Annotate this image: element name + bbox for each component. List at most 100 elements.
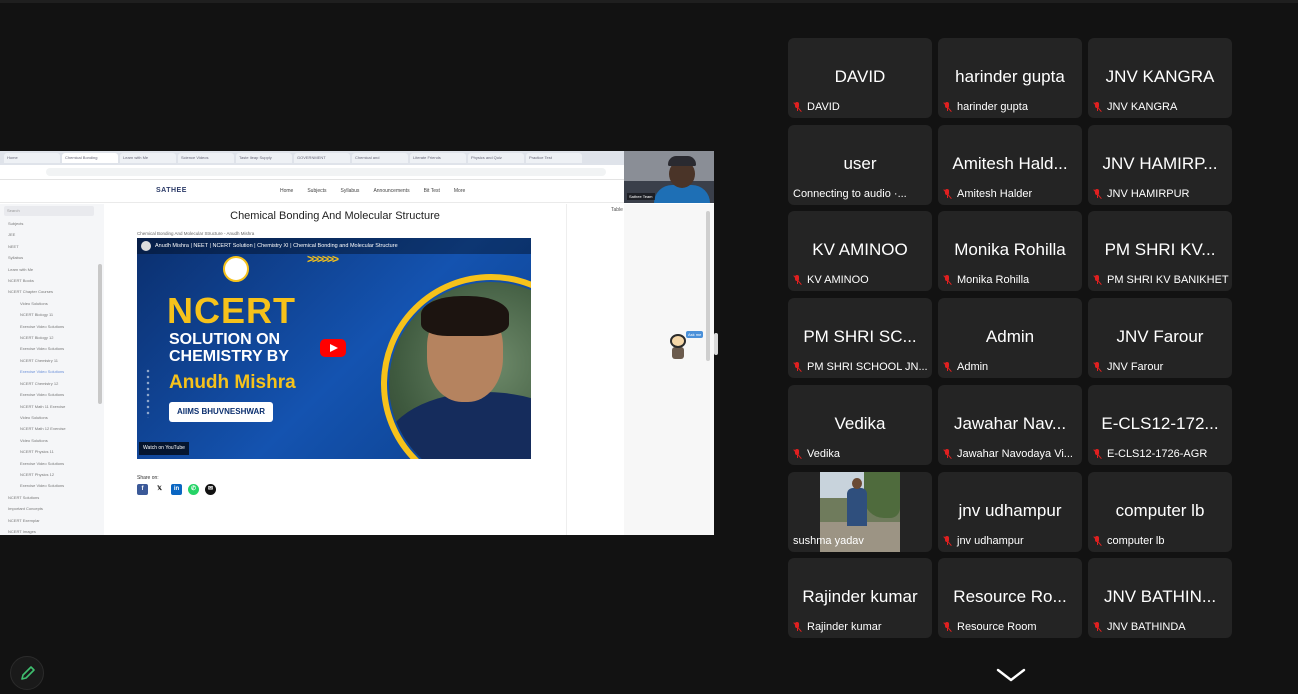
sidebar-search: Search (4, 206, 94, 216)
participant-tile[interactable]: Amitesh Hald... Amitesh Halder (938, 124, 1082, 205)
participant-label: Rajinder kumar (807, 621, 882, 634)
participant-tile[interactable]: DAVID DAVID (788, 38, 932, 118)
participant-tile[interactable]: Rajinder kumar Rajinder kumar (788, 558, 932, 639)
nav-announcements: Announcements (373, 188, 410, 194)
site-sidebar: Search Subjects JEE NEET Syllabus Learn with… (0, 204, 105, 535)
browser-tab: Practice Test (526, 153, 582, 163)
participant-name: JNV Farour (1116, 327, 1204, 347)
sidebar-item: Exercise Video Solutions (20, 323, 65, 329)
mic-muted-icon (793, 275, 803, 286)
participant-name: DAVID (834, 67, 886, 86)
participant-name: PM SHRI SC... (803, 327, 917, 347)
chatbot-tag: Ask me (686, 331, 704, 338)
breadcrumb: Chemical Bonding And Molecular Structure… (137, 231, 255, 236)
play-button-icon (320, 339, 346, 357)
browser-tab: GOVERNMENT (294, 153, 350, 163)
sidebar-item: Exercise Video Solutions (20, 369, 65, 375)
participant-name: Rajinder kumar (802, 587, 918, 607)
participant-tile[interactable]: JNV Farour JNV Farour (1088, 298, 1232, 379)
browser-tab: Science Videos (178, 153, 234, 163)
linkedin-icon: in (171, 484, 182, 495)
mic-muted-icon (943, 101, 953, 113)
browser-tab-bar: Home Chemical Bonding Learn with Me Scie… (0, 151, 624, 165)
participant-label: Jawahar Navodaya Vi... (957, 447, 1073, 460)
pencil-icon (21, 666, 35, 680)
annotate-button[interactable] (10, 656, 44, 690)
participant-tile[interactable]: JNV HAMIRP... JNV HAMIRPUR (1088, 124, 1232, 205)
participant-tile[interactable]: PM SHRI SC... PM SHRI SCHOOL JN... (788, 298, 932, 379)
participant-name: Vedika (834, 413, 886, 433)
participant-tile[interactable]: Jawahar Nav... Jawahar Navodaya Vi... (938, 384, 1082, 465)
dots-decoration (145, 368, 151, 418)
participant-tile[interactable]: PM SHRI KV... PM SHRI KV BANIKHET (1088, 211, 1232, 292)
participant-tile[interactable]: Vedika Vedika (788, 384, 932, 465)
mic-muted-icon (1093, 362, 1103, 373)
sidebar-item: Exercise Video Solutions (20, 346, 65, 352)
participant-name: Amitesh Hald... (952, 153, 1068, 173)
video-headline: NCERT (167, 290, 296, 331)
mic-muted-icon (793, 101, 803, 113)
participant-tile[interactable]: E-CLS12-172... E-CLS12-1726-AGR (1088, 384, 1232, 465)
sidebar-item: NCERT Biology 11 (20, 312, 54, 318)
mic-muted-icon (793, 448, 803, 459)
participant-name: PM SHRI KV... (1104, 240, 1216, 260)
participant-label: E-CLS12-1726-AGR (1107, 447, 1208, 460)
sidebar-item: Subjects (8, 221, 24, 226)
participant-name: JNV HAMIRP... (1102, 153, 1218, 173)
sidebar-item: NCERT Chemistry 12 (20, 380, 59, 386)
participant-name: jnv udhampur (958, 500, 1062, 520)
sidebar-item: Exercise Video Solutions (20, 460, 65, 466)
nav-home: Home (280, 188, 294, 194)
participant-label: JNV Farour (1107, 361, 1164, 374)
sidebar-item: NCERT Solutions (8, 494, 40, 500)
participant-tile[interactable]: JNV KANGRA JNV KANGRA (1088, 38, 1232, 118)
sidebar-item: Syllabus (8, 255, 24, 261)
resize-handle[interactable] (714, 333, 718, 355)
sidebar-item: Important Concepts (8, 506, 43, 512)
participant-name: Jawahar Nav... (953, 413, 1067, 433)
sidebar-item: NCERT Chapter Courses (8, 289, 53, 295)
facebook-icon: f (137, 484, 148, 495)
participant-label: Vedika (807, 447, 841, 460)
participant-tile[interactable]: user Connecting to audio ·... (788, 124, 932, 205)
chevron-down-icon[interactable] (996, 667, 1026, 683)
top-edge (0, 0, 1298, 3)
page-right-strip (624, 204, 714, 535)
participant-name: JNV KANGRA (1105, 67, 1215, 86)
video-badge: AIIMS BHUVNESHWAR (169, 402, 274, 422)
sidebar-item: NEET (8, 243, 19, 249)
browser-tab: Chemical Bonding (62, 153, 118, 163)
participant-tile[interactable]: harinder gupta harinder gupta (938, 38, 1082, 118)
participant-name: harinder gupta (955, 67, 1065, 86)
participant-tile[interactable]: KV AMINOO KV AMINOO (788, 211, 932, 292)
participant-label: Admin (957, 361, 989, 374)
participant-name: Monika Rohilla (954, 240, 1066, 260)
participant-name: computer lb (1115, 500, 1205, 520)
participant-tile[interactable]: sushma yadav (788, 471, 932, 552)
participant-label: Connecting to audio ·... (793, 187, 907, 200)
nav-more: More (453, 188, 466, 194)
participant-label: JNV KANGRA (1107, 101, 1178, 113)
participant-tile[interactable]: Monika Rohilla Monika Rohilla (938, 211, 1082, 292)
mic-muted-icon (1093, 448, 1103, 459)
participant-label: sushma yadav (793, 534, 864, 547)
mic-muted-icon (793, 362, 803, 373)
sidebar-item: NCERT Physics 11 (20, 449, 54, 455)
participant-tile[interactable]: JNV BATHIN... JNV BATHINDA (1088, 558, 1232, 639)
participant-tile[interactable]: jnv udhampur jnv udhampur (938, 471, 1082, 552)
participant-tile[interactable]: Resource Ro... Resource Room (938, 558, 1082, 639)
chatbot-mascot-icon (668, 332, 688, 360)
participant-name: Resource Ro... (953, 587, 1067, 607)
nav-bit-test: Bit Test (423, 188, 440, 194)
participant-name: user (843, 153, 877, 173)
participant-tile[interactable]: Admin Admin (938, 298, 1082, 379)
share-label: Share on: (137, 475, 159, 481)
page-scrollbar (706, 211, 710, 361)
mic-muted-icon (943, 535, 953, 546)
participant-tile[interactable]: computer lb computer lb (1088, 471, 1232, 552)
sidebar-item: Video Solutions (20, 437, 48, 443)
sidebar-item: Video Solutions (20, 300, 48, 306)
mic-muted-icon (943, 275, 953, 286)
nav-subjects: Subjects (307, 188, 327, 194)
sidebar-item: NCERT Math 12 Exercise (20, 426, 66, 432)
